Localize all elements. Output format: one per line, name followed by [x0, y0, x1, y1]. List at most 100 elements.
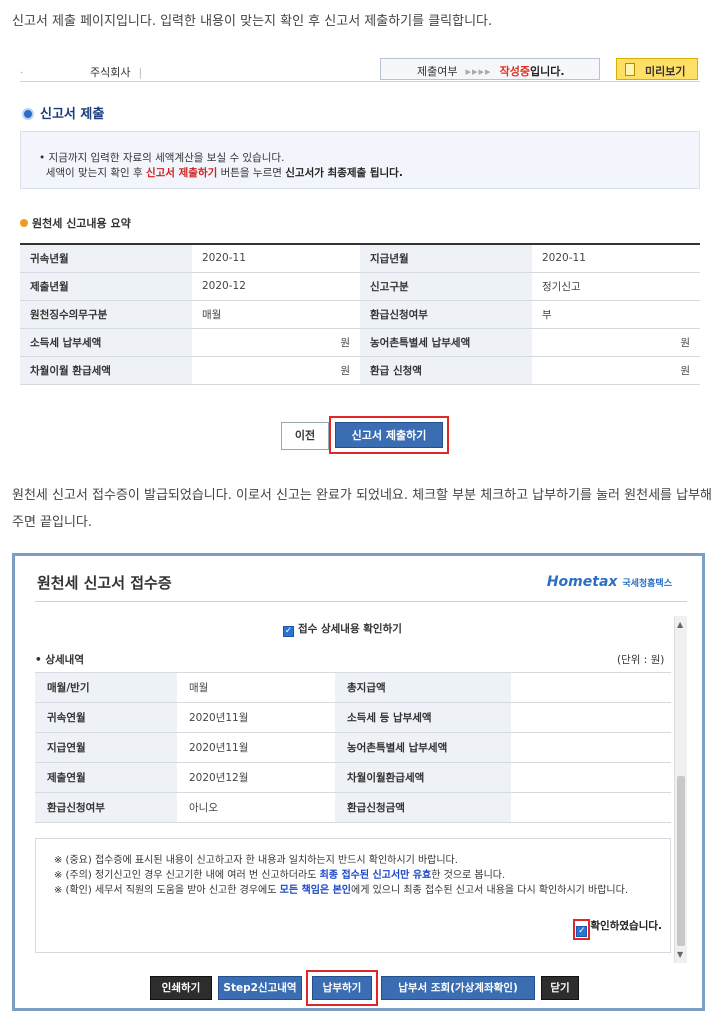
- company-label: 주식회사: [90, 66, 131, 79]
- info-line-1: • 지금까지 입력한 자료의 세액계산을 보실 수 있습니다.: [39, 152, 285, 164]
- hometax-logo: Hometax 국세청홈택스: [547, 574, 672, 590]
- detail-label-cell: 지급연월: [35, 732, 177, 763]
- notice-2-a: ※ (주의) 정기신고인 경우 신고기한 내에 여러 번 신고하더라도: [54, 870, 320, 881]
- payment-slip-button[interactable]: 납부서 조회(가상계좌확인): [381, 976, 535, 1000]
- summary-label: 신고구분: [360, 272, 532, 301]
- summary-label: 환급신청여부: [360, 300, 532, 329]
- submission-status: 제출여부 ▸▸▸▸ 작성중입니다.: [380, 58, 600, 80]
- table-row: 소득세 납부세액 원 농어촌특별세 납부세액 원: [20, 328, 700, 357]
- logo-text: Hometax: [546, 574, 618, 590]
- logo-subtext: 국세청홈택스: [622, 579, 672, 589]
- table-row: 귀속연월 2020년11월 소득세 등 납부세액: [35, 702, 671, 733]
- header-dot: .: [20, 65, 24, 76]
- company-separator: |: [138, 66, 143, 79]
- check-all-option[interactable]: ✓ 접수 상세내용 확인하기: [283, 621, 402, 637]
- summary-value: 정기신고: [532, 272, 700, 301]
- summary-label: 환급 신청액: [360, 356, 532, 385]
- scrollbar[interactable]: ▲ ▼: [674, 616, 687, 963]
- info-box: • 지금까지 입력한 자료의 세액계산을 보실 수 있습니다. 세액이 맞는지 …: [20, 131, 700, 189]
- checkbox-checked-icon[interactable]: ✓: [283, 626, 294, 637]
- summary-label: 제출년월: [20, 272, 192, 301]
- scroll-down-icon[interactable]: ▼: [677, 950, 683, 959]
- table-row: 제출연월 2020년12월 차월이월환급세액: [35, 762, 671, 793]
- status-header: . 주식회사 | 제출여부 ▸▸▸▸ 작성중입니다. 미리보기: [20, 58, 700, 82]
- notice-2-b: 한 것으로 봅니다.: [431, 870, 506, 881]
- status-value: 작성중: [499, 65, 530, 78]
- summary-value: 원: [192, 328, 360, 357]
- detail-label-cell: 소득세 등 납부세액: [335, 702, 511, 733]
- notice-box: ※ (중요) 접수증에 표시된 내용이 신고하고자 한 내용과 일치하는지 반드…: [35, 838, 671, 953]
- status-label: 제출여부: [417, 65, 458, 78]
- table-row: 지급연월 2020년11월 농어촌특별세 납부세액: [35, 732, 671, 763]
- checkbox-checked-icon[interactable]: ✓: [576, 926, 588, 937]
- submit-button[interactable]: 신고서 제출하기: [335, 422, 443, 448]
- detail-value-cell: 2020년11월: [177, 732, 335, 763]
- document-icon: [625, 63, 635, 76]
- detail-value-cell: [511, 672, 671, 703]
- summary-title-text: 원천세 신고내용 요약: [32, 217, 131, 230]
- detail-value-cell: 아니오: [177, 792, 335, 823]
- detail-label-cell: 차월이월환급세액: [335, 762, 511, 793]
- summary-label: 소득세 납부세액: [20, 328, 192, 357]
- summary-label: 귀속년월: [20, 244, 192, 273]
- scroll-up-icon[interactable]: ▲: [677, 620, 683, 629]
- notice-2-highlight: 최종 접수된 신고서만 유효: [319, 870, 432, 881]
- confirm-label: 확인하였습니다.: [590, 920, 662, 932]
- divider: [35, 601, 687, 602]
- detail-label-cell: 총지급액: [335, 672, 511, 703]
- preview-button[interactable]: 미리보기: [616, 58, 698, 80]
- notice-1: ※ (중요) 접수증에 표시된 내용이 신고하고자 한 내용과 일치하는지 반드…: [54, 855, 458, 866]
- detail-value-cell: 매월: [177, 672, 335, 703]
- check-all-label: 접수 상세내용 확인하기: [298, 623, 402, 635]
- step2-history-button[interactable]: Step2신고내역: [218, 976, 302, 1000]
- detail-value-cell: [511, 792, 671, 823]
- detail-table: 매월/반기 매월 총지급액 귀속연월 2020년11월 소득세 등 납부세액 지급연월 202…: [35, 672, 671, 823]
- bullet-circle-icon: [22, 108, 34, 120]
- table-row: 차월이월 환급세액 원 환급 신청액 원: [20, 356, 700, 385]
- detail-label-cell: 환급신청여부: [35, 792, 177, 823]
- notice-2: ※ (주의) 정기신고인 경우 신고기한 내에 여러 번 신고하더라도 최종 접…: [54, 868, 654, 883]
- prev-button[interactable]: 이전: [281, 422, 329, 450]
- confirm-highlight: ✓: [573, 919, 591, 940]
- table-row: 제출년월 2020-12 신고구분 정기신고: [20, 272, 700, 301]
- summary-value: 원: [532, 356, 700, 385]
- receipt-window: 원천세 신고서 접수증 Hometax 국세청홈택스 ✓ 접수 상세내용 확인하기…: [12, 553, 705, 1011]
- explanation-text: 원천세 신고서 접수증이 발급되었습니다. 이로서 신고는 완료가 되었네요. …: [12, 488, 712, 530]
- receipt-title: 원천세 신고서 접수증: [37, 574, 172, 592]
- table-row: 환급신청여부 아니오 환급신청금액: [35, 792, 671, 823]
- summary-value: 부: [532, 300, 700, 329]
- confirm-option[interactable]: ✓ 확인하였습니다.: [573, 919, 662, 940]
- intro-text: 신고서 제출 페이지입니다. 입력한 내용이 맞는지 확인 후 신고서 제출하기…: [12, 14, 493, 29]
- orange-bullet-icon: [20, 219, 28, 227]
- detail-value-cell: 2020년11월: [177, 702, 335, 733]
- summary-value: 2020-11: [192, 244, 360, 273]
- detail-label-cell: 농어촌특별세 납부세액: [335, 732, 511, 763]
- detail-value-cell: [511, 732, 671, 763]
- notice-3-a: ※ (확인) 세무서 직원의 도움을 받아 신고한 경우에도: [54, 885, 280, 896]
- info-text-a: 세액이 맞는지 확인 후: [45, 167, 146, 179]
- summary-label: 차월이월 환급세액: [20, 356, 192, 385]
- preview-label: 미리보기: [645, 65, 686, 78]
- pay-button[interactable]: 납부하기: [312, 976, 372, 1000]
- summary-value: 매월: [192, 300, 360, 329]
- scroll-thumb[interactable]: [677, 776, 685, 946]
- company-name: 주식회사 |: [90, 64, 142, 80]
- print-button[interactable]: 인쇄하기: [150, 976, 212, 1000]
- summary-label: 지급년월: [360, 244, 532, 273]
- summary-label: 농어촌특별세 납부세액: [360, 328, 532, 357]
- notice-3-b: 에게 있으니 최종 접수된 신고서 내용을 다시 확인하시기 바랍니다.: [351, 885, 629, 896]
- detail-label: • 상세내역: [35, 654, 85, 666]
- info-highlight-red: 신고서 제출하기: [145, 167, 218, 179]
- summary-value: 2020-12: [192, 272, 360, 301]
- info-highlight-bold: 신고서가 최종제출 됩니다.: [285, 167, 403, 179]
- section-title-text: 신고서 제출: [40, 107, 105, 122]
- table-row: 원천징수의무구분 매월 환급신청여부 부: [20, 300, 700, 329]
- notice-3-highlight: 모든 책임은 본인: [279, 885, 351, 896]
- info-text-b: 버튼을 누르면: [217, 167, 286, 179]
- table-row: 귀속년월 2020-11 지급년월 2020-11: [20, 244, 700, 273]
- close-button[interactable]: 닫기: [541, 976, 579, 1000]
- summary-value: 원: [532, 328, 700, 357]
- summary-title: 원천세 신고내용 요약: [20, 215, 131, 231]
- table-row: 매월/반기 매월 총지급액: [35, 672, 671, 703]
- unit-label: (단위 : 원): [617, 654, 665, 666]
